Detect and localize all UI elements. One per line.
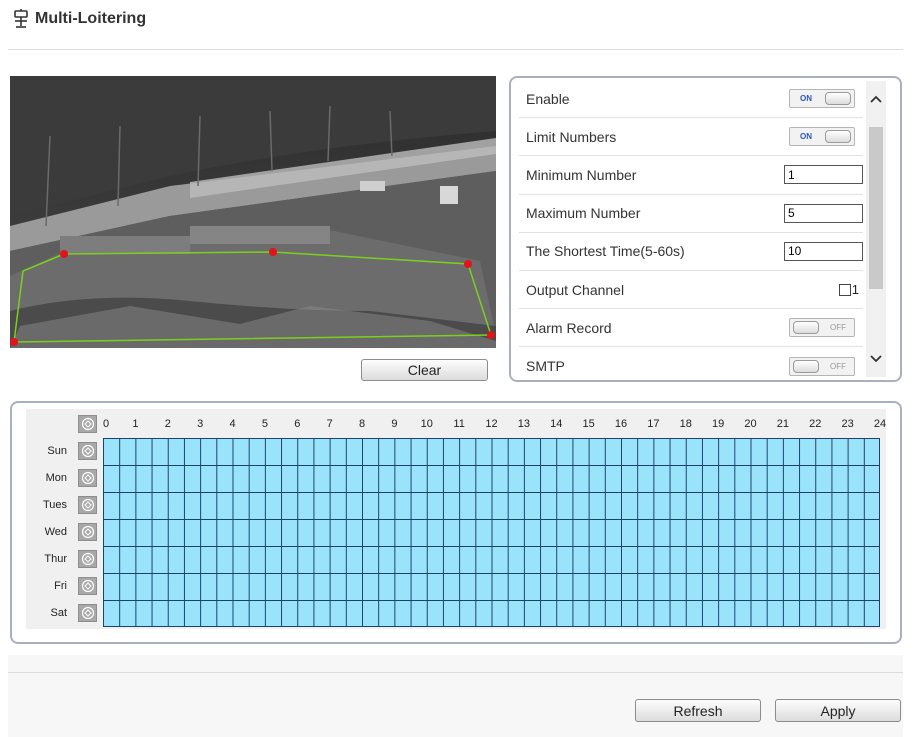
day-select-icon[interactable] [78,604,97,622]
hour-label: 23 [841,418,854,430]
hour-label: 1 [132,418,139,430]
maximum-number-input[interactable] [784,203,863,223]
limit-numbers-toggle[interactable]: ON [789,127,855,147]
day-label: Wed [44,526,67,538]
clear-button[interactable]: Clear [361,359,488,381]
shortest-time-input[interactable] [784,241,863,261]
shortest-time-label: The Shortest Time(5-60s) [526,243,685,260]
hour-label: 20 [744,418,757,430]
smtp-toggle[interactable]: OFF [789,356,855,376]
hour-label: 19 [712,418,725,430]
alarm-record-toggle[interactable]: OFF [789,318,855,338]
alarm-record-row: Alarm Record OFF [519,309,863,348]
settings-scrollbar[interactable] [866,81,886,377]
output-channel-row: Output Channel 1 [519,271,863,310]
enable-label: Enable [526,90,570,107]
toggle-knob [793,359,819,373]
maximum-number-label: Maximum Number [526,205,641,222]
hour-label: 12 [485,418,498,430]
enable-toggle[interactable]: ON [789,89,855,109]
hour-label: 0 [103,418,110,430]
hour-label: 14 [550,418,563,430]
header-divider [8,49,903,50]
hour-label: 3 [197,418,204,430]
hour-label: 6 [294,418,301,430]
hour-label: 18 [679,418,692,430]
hour-label: 24 [873,418,887,430]
hour-label: 5 [261,418,268,430]
scrollbar-thumb[interactable] [869,127,883,289]
hour-label: 4 [229,418,236,430]
output-channel-number: 1 [851,282,859,298]
minimum-number-input[interactable] [784,165,863,185]
scroll-up-icon[interactable] [866,89,886,109]
settings-list: Enable ON Limit Numbers ON Minimum Numbe… [519,80,863,380]
hour-label: 11 [453,418,465,430]
settings-panel: Enable ON Limit Numbers ON Minimum Numbe… [509,76,902,382]
hour-label: 22 [809,418,822,430]
day-select-icon[interactable] [78,550,97,568]
hour-label: 16 [614,418,628,430]
day-label: Sun [47,445,67,457]
day-select-icon[interactable] [78,523,97,541]
hour-label: 8 [358,418,366,430]
day-label: Thur [44,553,67,565]
day-select-icon[interactable] [78,469,97,487]
day-label: Mon [45,472,67,484]
alarm-record-toggle-state: OFF [830,323,846,333]
page-header: Multi-Loitering [13,9,146,29]
footer-bar [8,655,903,737]
footer-divider [8,672,903,673]
hour-label: 15 [582,418,595,430]
day-label: Tues [42,499,67,511]
hour-label: 10 [420,418,433,430]
day-label: Sat [50,607,67,619]
shortest-time-row: The Shortest Time(5-60s) [519,233,863,271]
thermal-scene[interactable] [10,76,496,348]
camera-pin-icon [14,9,28,28]
minimum-number-label: Minimum Number [526,166,637,183]
day-select-icon[interactable] [78,577,97,595]
smtp-toggle-state: OFF [830,361,846,371]
output-channel-checkbox[interactable] [838,283,851,296]
output-channel-option[interactable]: 1 [838,282,859,298]
day-select-icon[interactable] [78,442,97,460]
output-channel-label: Output Channel [526,281,625,298]
maximum-number-row: Maximum Number [519,195,863,233]
smtp-label: SMTP [526,358,565,375]
limit-numbers-toggle-state: ON [800,132,812,142]
select-all-icon[interactable] [78,415,97,433]
toggle-knob [825,130,851,144]
hour-label: 21 [776,418,789,430]
hour-label: 13 [517,418,530,430]
hour-label: 7 [326,418,333,430]
toggle-knob [825,92,851,106]
page-title: Multi-Loitering [35,10,147,27]
smtp-row: SMTP OFF [519,347,863,380]
scroll-down-icon[interactable] [866,349,886,369]
hour-label: 9 [391,418,398,430]
hour-label: 2 [164,418,171,430]
minimum-number-row: Minimum Number [519,156,863,195]
day-label: Fri [54,580,67,592]
enable-toggle-state: ON [800,94,812,104]
limit-numbers-label: Limit Numbers [526,128,617,145]
day-select-icon[interactable] [78,496,97,514]
video-preview[interactable] [10,76,496,348]
hour-label: 17 [647,418,660,430]
toggle-knob [793,321,819,335]
limit-numbers-row: Limit Numbers ON [519,118,863,157]
refresh-button[interactable]: Refresh [635,699,761,722]
apply-button[interactable]: Apply [775,699,901,722]
enable-row: Enable ON [519,80,863,119]
schedule-grid[interactable] [103,438,880,627]
alarm-record-label: Alarm Record [526,319,612,336]
